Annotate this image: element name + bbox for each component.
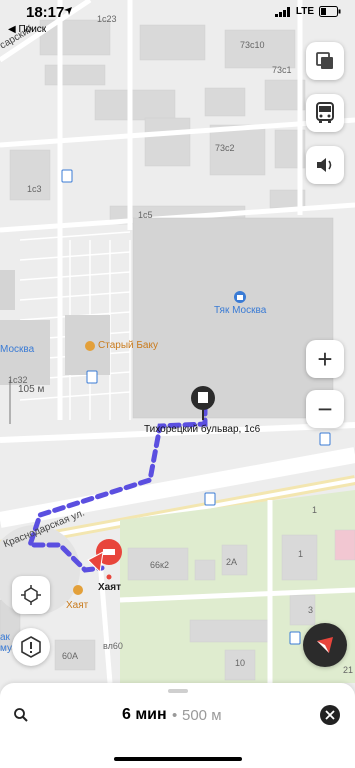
poi-cafe-label[interactable]: Старый Баку: [98, 340, 158, 351]
status-time: 18:17: [26, 4, 65, 21]
destination-label: Тихорецкий бульвар, 1с6: [144, 424, 261, 435]
route-time: 6 мин: [122, 706, 167, 723]
signal-icon: [274, 6, 290, 17]
location-arrow-icon: [64, 7, 72, 15]
layers-icon: [316, 52, 333, 69]
search-icon[interactable]: [13, 707, 29, 723]
back-to-search-link[interactable]: ◀ Поиск: [8, 24, 46, 35]
poi-mall-label[interactable]: Тяк Москва: [214, 305, 266, 316]
home-indicator[interactable]: [114, 757, 242, 761]
speaker-icon: [317, 158, 332, 172]
building-label: 73с2: [215, 143, 235, 153]
building-label: 1с3: [27, 184, 42, 194]
poi-left-edge-bottom-label[interactable]: ак му: [0, 632, 12, 654]
building-label: 1с5: [138, 210, 153, 220]
route-bottom-sheet[interactable]: 6 мин • 500 м: [0, 683, 355, 768]
3d-view-icon: [21, 585, 41, 605]
building-label: 1: [312, 505, 318, 515]
status-bar: 18:17 ◀ Поиск LTE: [0, 0, 355, 35]
poi-left-edge-label[interactable]: Москва: [0, 344, 34, 355]
report-button[interactable]: [12, 628, 50, 666]
building-label: 3: [308, 605, 314, 615]
bus-icon: [316, 102, 334, 123]
building-label: 1: [298, 549, 304, 559]
hotel-pin-label[interactable]: Хаят: [98, 582, 121, 593]
route-distance: 500 м: [182, 707, 222, 724]
building-label: 10: [235, 658, 246, 668]
compass-button[interactable]: [303, 623, 347, 667]
compass-icon: [317, 637, 333, 653]
close-route-button[interactable]: [320, 705, 340, 725]
building-label: 2А: [226, 557, 238, 567]
sheet-handle[interactable]: [168, 689, 188, 693]
close-icon: [325, 710, 335, 720]
network-label: LTE: [295, 6, 314, 17]
battery-icon: [319, 6, 341, 17]
alert-icon: [21, 636, 41, 658]
building-label: 66к2: [150, 560, 169, 570]
zoom-out-button[interactable]: −: [306, 390, 344, 428]
building-label: 73с1: [272, 65, 292, 75]
building-label: вл60: [103, 641, 123, 651]
building-label: 60А: [62, 651, 79, 661]
building-label: 73с10: [240, 40, 265, 50]
sound-button[interactable]: [306, 146, 344, 184]
layers-button[interactable]: [306, 42, 344, 80]
building-label: 21: [343, 665, 354, 675]
scale-label: 105 м: [18, 384, 45, 395]
route-separator: •: [172, 707, 178, 724]
map-canvas[interactable]: [0, 0, 355, 768]
poi-hotel-label[interactable]: Хаят: [66, 600, 88, 611]
status-indicators: LTE: [274, 6, 341, 17]
transport-button[interactable]: [306, 94, 344, 132]
view-mode-button[interactable]: [12, 576, 50, 614]
zoom-in-button[interactable]: +: [306, 340, 344, 378]
